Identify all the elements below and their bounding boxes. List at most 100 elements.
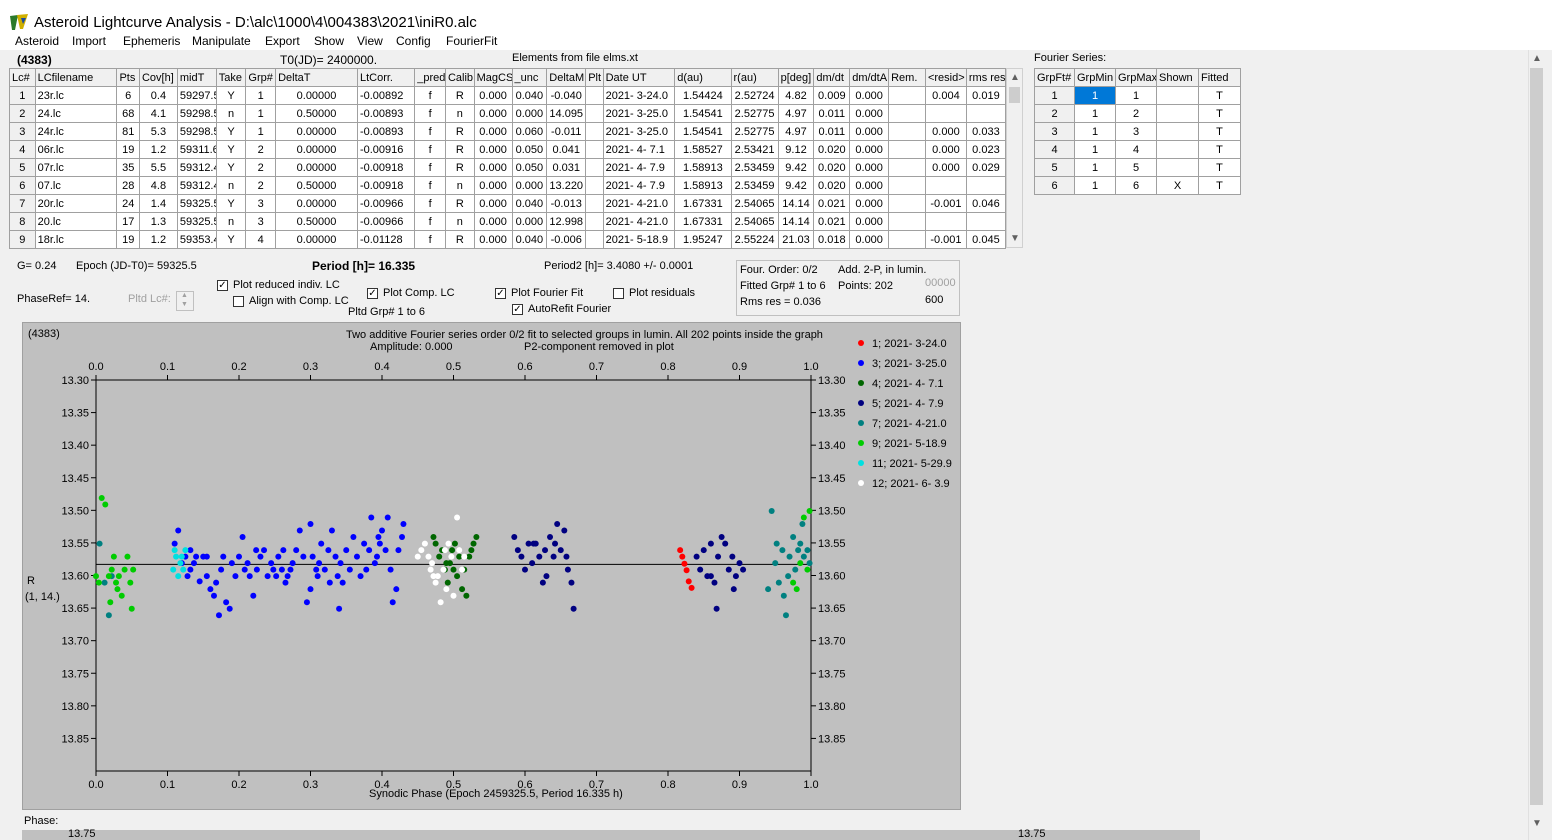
column-header[interactable]: d(au) [674,68,732,87]
table-cell[interactable]: 1 [1074,158,1116,177]
table-cell[interactable]: -0.013 [546,194,587,213]
table-cell[interactable]: 81 [116,122,140,141]
table-cell[interactable]: f [414,230,446,249]
table-cell[interactable]: 2 [1034,104,1075,123]
table-cell[interactable]: 68 [116,104,140,123]
table-cell[interactable]: -0.001 [924,194,967,213]
table-cell[interactable]: 0.020 [813,140,851,159]
column-header[interactable]: DeltaT [275,68,358,87]
table-row[interactable]: 515 T [1034,158,1241,177]
column-header[interactable]: Calib. [444,68,475,87]
table-cell[interactable]: 0.020 [813,158,851,177]
table-cell[interactable]: 59312.4 [176,176,217,195]
table-cell[interactable]: 24.lc [34,104,118,123]
table-cell[interactable]: 2021- 4- 7.9 [602,176,676,195]
table-cell[interactable]: 2 [245,158,277,177]
lightcurve-plot-panel[interactable]: (4383) Two additive Fourier series order … [22,322,961,810]
table-row[interactable]: 5 07r.lc 35 5.5 59312.4 Y 2 0.00000 -0.00918 f R 0.… [9,158,1007,177]
table-row[interactable]: 6 07.lc 28 4.8 59312.4 n 2 0.50000 -0.00918 f n 0.0… [9,176,1007,195]
table-cell[interactable] [888,158,926,177]
table-cell[interactable] [965,176,1007,195]
table-cell[interactable]: 0.020 [813,176,851,195]
table-cell[interactable]: 2021- 3-25.0 [602,104,676,123]
table-cell[interactable] [1156,122,1199,141]
table-scroll-thumb[interactable] [1009,87,1020,103]
table-cell[interactable]: f [414,122,446,141]
table-cell[interactable]: 3 [9,122,36,141]
plot-fourier-checkbox[interactable]: ✓ [495,288,506,299]
column-header[interactable]: LCfilename [34,68,118,87]
table-cell[interactable]: 1 [1034,86,1075,105]
table-cell[interactable]: n [215,176,247,195]
table-cell[interactable]: 0.000 [511,104,548,123]
table-cell[interactable]: 13.220 [546,176,587,195]
table-cell[interactable]: 1.95247 [674,230,732,249]
table-cell[interactable] [585,158,604,177]
table-cell[interactable]: T [1198,104,1241,123]
column-header[interactable]: GrpFt# [1034,68,1075,87]
table-cell[interactable]: 1 [1074,122,1116,141]
table-cell[interactable]: 1 [1074,176,1116,195]
table-cell[interactable]: 0.000 [924,122,967,141]
table-cell[interactable]: 20.lc [34,212,118,231]
column-header[interactable]: Date UT [602,68,676,87]
table-cell[interactable]: Y [215,122,247,141]
column-header[interactable]: midT [176,68,217,87]
table-cell[interactable]: 0.000 [473,176,513,195]
table-cell[interactable]: -0.00918 [356,158,416,177]
fourier-series-table[interactable]: GrpFt# GrpMin GrpMax Shown Fitted 111T212T31… [1034,68,1241,195]
table-cell[interactable]: 0.000 [473,194,513,213]
table-cell[interactable]: 0.000 [473,86,513,105]
table-cell[interactable]: 1.67331 [674,194,732,213]
table-row[interactable]: 3 24r.lc 81 5.3 59298.5 Y 1 0.00000 -0.00893 f R 0.… [9,122,1007,141]
table-cell[interactable] [888,176,926,195]
table-cell[interactable]: 6 [9,176,36,195]
table-cell[interactable]: 0.00000 [275,86,358,105]
table-cell[interactable]: 2 [1115,104,1157,123]
table-cell[interactable]: 0.000 [849,104,890,123]
table-cell[interactable]: 0.033 [965,122,1007,141]
table-cell[interactable]: 20r.lc [34,194,118,213]
table-cell[interactable] [585,212,604,231]
table-cell[interactable]: 1.3 [138,212,178,231]
menu-import[interactable]: Import [72,34,106,48]
plot-comp-checkbox[interactable]: ✓ [367,288,378,299]
spin-down-icon[interactable]: ▼ [181,301,188,308]
table-cell[interactable]: 0.000 [849,230,890,249]
table-cell[interactable]: 1.58913 [674,158,732,177]
table-cell[interactable]: 3 [245,212,277,231]
table-cell[interactable]: 0.018 [813,230,851,249]
table-cell[interactable]: 2.54065 [730,212,779,231]
table-cell[interactable]: 1.58527 [674,140,732,159]
table-cell[interactable]: 1.2 [138,140,178,159]
table-cell[interactable]: 1 [245,104,277,123]
table-cell[interactable]: 0.021 [813,194,851,213]
column-header[interactable]: Pts [116,68,140,87]
table-cell[interactable]: 8 [9,212,36,231]
table-cell[interactable]: 35 [116,158,140,177]
table-row[interactable]: 8 20.lc 17 1.3 59325.5 n 3 0.50000 -0.00966 f n 0.0… [9,212,1007,231]
main-scroll-up-icon[interactable]: ▲ [1532,53,1542,64]
table-cell[interactable]: Y [215,140,247,159]
table-cell[interactable] [965,212,1007,231]
table-cell[interactable]: 2.53421 [730,140,779,159]
table-cell[interactable]: 2.52724 [730,86,779,105]
table-cell[interactable]: 0.040 [511,194,548,213]
menu-config[interactable]: Config [396,34,431,48]
table-cell[interactable]: 9.42 [777,176,815,195]
table-cell[interactable]: n [444,104,475,123]
column-header[interactable]: GrpMin [1074,68,1116,87]
table-cell[interactable]: 59325.5 [176,212,217,231]
table-cell[interactable] [888,122,926,141]
table-cell[interactable]: 2 [9,104,36,123]
table-cell[interactable]: Y [215,86,247,105]
column-header[interactable]: p[deg] [777,68,815,87]
table-cell[interactable]: 0.4 [138,86,178,105]
table-cell[interactable] [585,140,604,159]
table-cell[interactable] [888,140,926,159]
column-header[interactable]: Take [215,68,247,87]
table-cell[interactable]: -0.006 [546,230,587,249]
table-cell[interactable]: 59298.5 [176,104,217,123]
column-header[interactable]: GrpMax [1115,68,1157,87]
table-cell[interactable]: 0.021 [813,212,851,231]
